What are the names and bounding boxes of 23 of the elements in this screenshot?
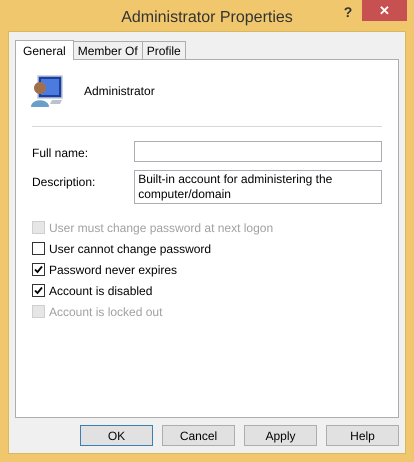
tab[interactable]: Profile	[142, 41, 186, 59]
checkbox-label: User cannot change password	[49, 240, 212, 258]
checkbox-label: User must change password at next logon	[49, 220, 274, 236]
checkbox-label: Account is locked out	[49, 304, 162, 320]
field-label: Description:	[32, 174, 96, 191]
checkbox-label: Account is disabled	[49, 282, 152, 300]
user-name: Administrator	[84, 83, 155, 100]
description-field[interactable]: Built-in account for administering the computer/domain	[134, 170, 382, 204]
checkbox[interactable]	[32, 284, 45, 297]
field-label: Full name:	[32, 145, 90, 162]
checkbox-label: Password never expires	[49, 262, 178, 278]
dialog-button[interactable]: Help	[326, 425, 399, 446]
dialog-button[interactable]: Cancel	[162, 425, 235, 446]
close-button[interactable]: ✕	[362, 0, 407, 21]
checkbox[interactable]	[32, 263, 45, 276]
checkbox[interactable]	[32, 242, 45, 255]
tab[interactable]: General	[15, 40, 74, 60]
window-title: Administrator Properties	[121, 8, 293, 28]
full-name-field[interactable]	[134, 141, 382, 162]
dialog-button[interactable]: OK	[80, 425, 153, 446]
help-button[interactable]: ?	[338, 2, 358, 20]
user-computer-icon	[30, 74, 64, 108]
dialog-button[interactable]: Apply	[244, 425, 317, 446]
